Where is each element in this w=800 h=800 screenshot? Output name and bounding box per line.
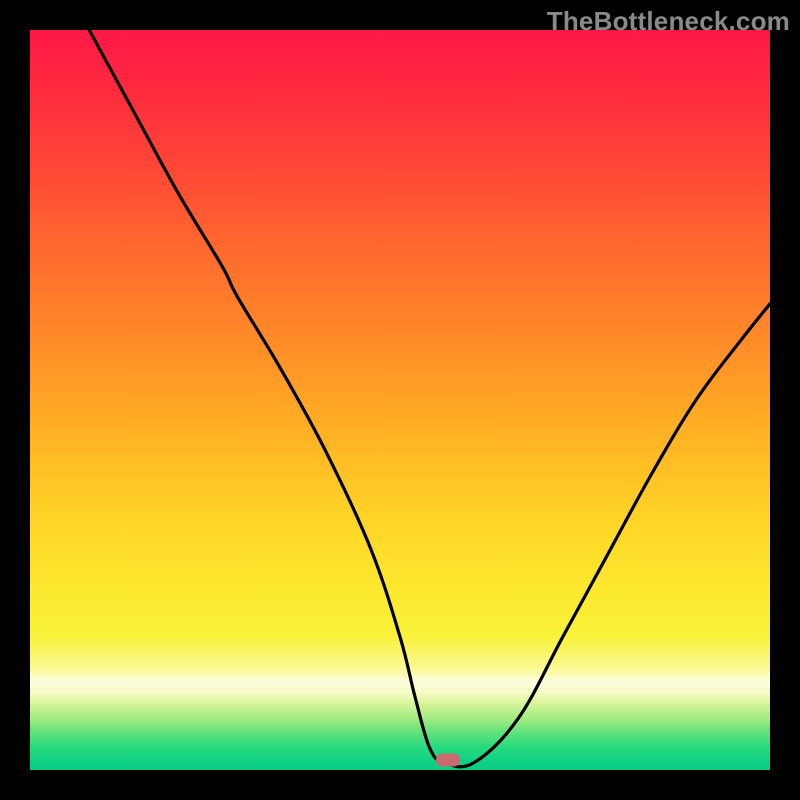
minimum-marker bbox=[436, 754, 460, 767]
watermark-text: TheBottleneck.com bbox=[547, 6, 790, 37]
chart-plot-area bbox=[30, 30, 770, 770]
bottleneck-curve bbox=[30, 30, 770, 770]
